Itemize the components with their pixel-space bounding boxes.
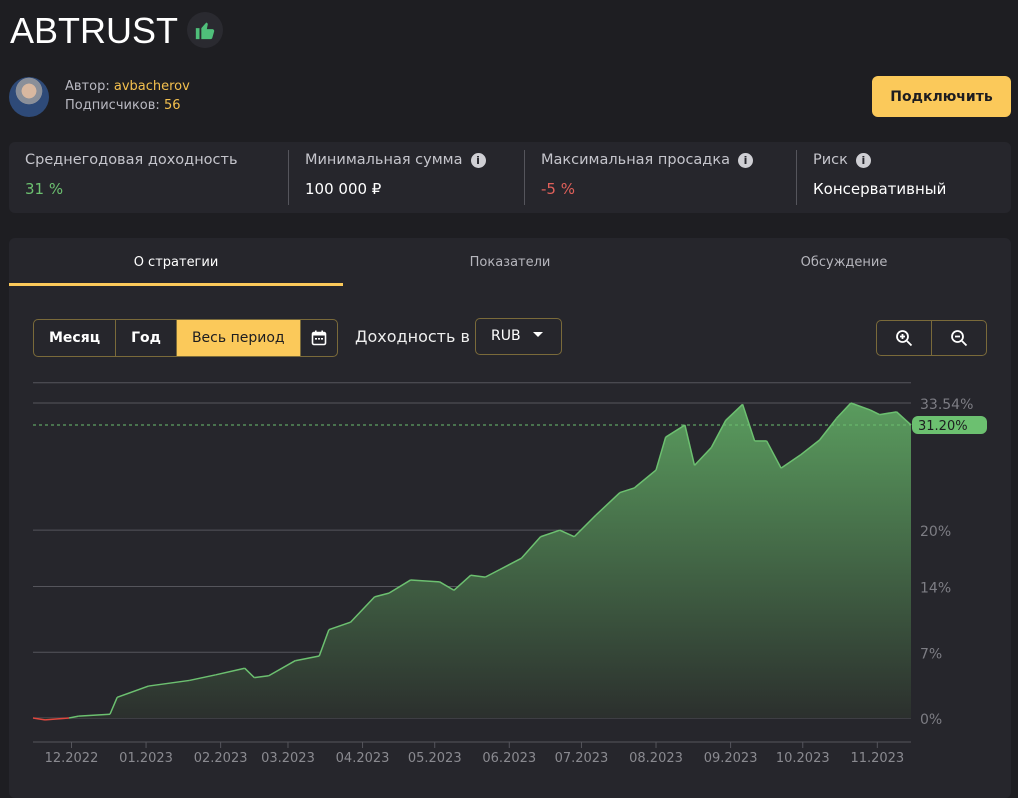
y-tick-label: 33.54% (920, 397, 973, 413)
x-tick-label: 11.2023 (850, 751, 904, 766)
current-value-label: 31.20% (918, 419, 968, 434)
x-tick-label: 02.2023 (194, 751, 248, 766)
y-tick-label: 14% (920, 581, 951, 597)
y-tick-label: 0% (920, 712, 942, 728)
x-tick-label: 01.2023 (119, 751, 173, 766)
x-tick-label: 12.2022 (45, 751, 99, 766)
x-tick-label: 07.2023 (555, 751, 609, 766)
yield-chart: 0% 7% 14% 20% 33.54% 12.2022 01.2023 02.2023 03.… (32, 382, 987, 766)
x-tick-label: 03.2023 (261, 751, 315, 766)
x-tick-label: 08.2023 (629, 751, 683, 766)
x-tick-label: 06.2023 (482, 751, 536, 766)
y-tick-label: 7% (920, 646, 942, 662)
x-tick-label: 09.2023 (704, 751, 758, 766)
x-tick-label: 05.2023 (408, 751, 462, 766)
area-fill (33, 403, 911, 720)
x-tick-label: 10.2023 (776, 751, 830, 766)
x-tick-label: 04.2023 (336, 751, 390, 766)
y-tick-label: 20% (920, 524, 951, 540)
